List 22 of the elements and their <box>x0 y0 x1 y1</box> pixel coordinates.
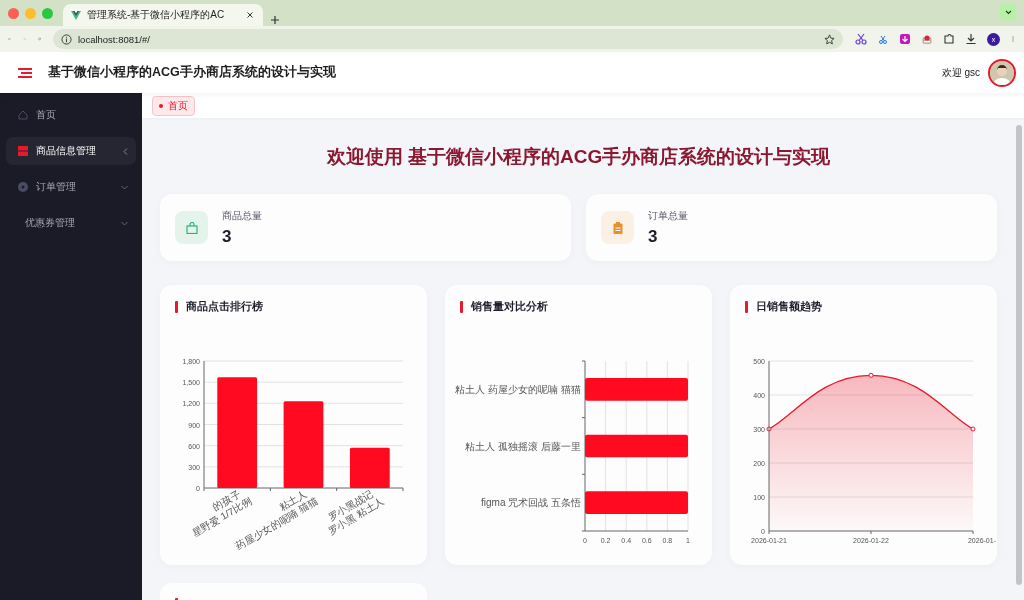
chart-title: 日销售额趋势 <box>756 300 822 314</box>
sidebar-item[interactable]: 订单管理 <box>6 173 136 201</box>
page-tab[interactable]: 首页 <box>152 95 195 116</box>
sidebar-item[interactable]: 商品信息管理 <box>6 137 136 165</box>
welcome-heading: 欢迎使用 基于微信小程序的ACG手办商店系统的设计与实现 <box>325 145 832 169</box>
stat-value: 3 <box>648 226 659 247</box>
stat-value: 3 <box>222 226 233 247</box>
axis-label: 粘土人 孤独摇滚 后藤一里 <box>465 440 581 452</box>
sidebar-item[interactable]: 优惠券管理 <box>6 209 136 237</box>
app-title: 基于微信小程序的ACG手办商店系统的设计与实现 <box>48 64 337 81</box>
axis-label: figma 咒术回战 五条悟 <box>481 497 581 509</box>
chart-title: 商品点击排行榜 <box>186 300 263 314</box>
address-bar[interactable]: localhost:8081/#/ <box>53 29 843 49</box>
tab-title: 管理系统-基于微信小程序的AC <box>87 8 226 22</box>
stat-label: 订单总量 <box>648 208 688 223</box>
axis-label: 罗小黑战记 罗小黑 粘土人 <box>326 488 387 537</box>
chart-title: 销售量对比分析 <box>471 300 548 314</box>
stat-label: 商品总量 <box>222 208 262 223</box>
browser-tab[interactable]: 管理系统-基于微信小程序的AC <box>63 4 263 26</box>
welcome-text: 欢迎 gsc <box>941 65 980 80</box>
sidebar-item[interactable]: 首页 <box>6 101 136 129</box>
axis-label: 粘土人 药屋少女的呢喃 猫猫 <box>455 383 581 395</box>
